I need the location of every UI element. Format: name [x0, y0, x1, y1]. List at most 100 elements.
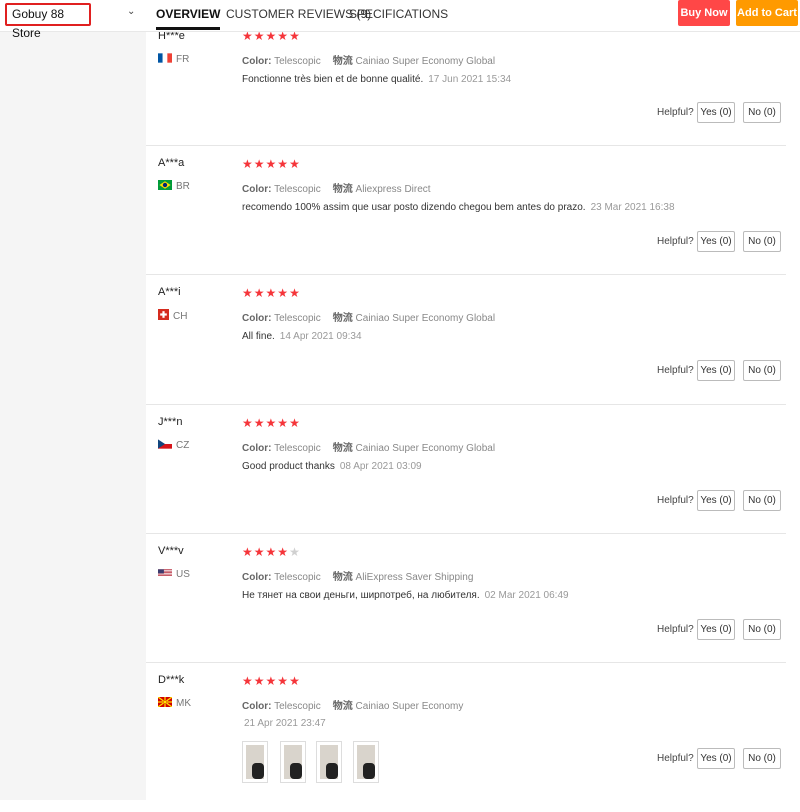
review-body: Good product thanks: [242, 461, 335, 472]
add-to-cart-button[interactable]: Add to Cart: [736, 0, 798, 26]
star-icon: ★: [277, 416, 290, 430]
review-date: 17 Jun 2021 15:34: [428, 74, 512, 85]
helpful-label: Helpful?: [657, 495, 694, 506]
brazil-flag-icon: [158, 180, 172, 190]
star-rating: ★★★★★: [242, 157, 301, 171]
star-icon: ★: [289, 286, 301, 300]
reviewer-name: D***k: [158, 674, 185, 686]
helpful-yes-button[interactable]: Yes (0): [697, 102, 735, 123]
star-icon: ★: [265, 674, 278, 688]
helpful-yes-button[interactable]: Yes (0): [697, 490, 735, 511]
review-photo-thumbnail[interactable]: [280, 741, 306, 783]
review-date: 23 Mar 2021 16:38: [590, 202, 675, 213]
review-photo-thumbnail[interactable]: [242, 741, 268, 783]
reviewer-name: V***v: [158, 545, 184, 557]
reviewer-country: US: [158, 568, 190, 580]
review-photo-thumbnail[interactable]: [353, 741, 379, 783]
review-item: A***a BR ★★★★★ Color: Telescopic 物流 Aliexpre…: [146, 145, 786, 275]
review-date: 08 Apr 2021 03:09: [339, 461, 422, 472]
star-icon: ★: [277, 674, 290, 688]
review-body: All fine.: [242, 331, 275, 342]
star-icon: ★: [289, 674, 301, 688]
reviewer-name: A***i: [158, 286, 181, 298]
reviewer-country: BR: [158, 180, 190, 192]
reviewer-country: MK: [158, 697, 191, 709]
helpful-no-button[interactable]: No (0): [743, 619, 781, 640]
review-date: 02 Mar 2021 06:49: [484, 590, 569, 601]
france-flag-icon: [158, 53, 172, 63]
color-value: Telescopic: [274, 56, 321, 67]
review-text: Не тянет на свои деньги, ширпотреб, на л…: [242, 590, 569, 601]
color-value: Telescopic: [274, 701, 321, 712]
review-text: recomendo 100% assim que usar posto dize…: [242, 202, 675, 213]
tab-overview-label: OVERVIEW: [156, 7, 221, 21]
left-sidebar: [0, 0, 146, 800]
top-nav-bar: Gobuy 88 Store ⌄ OVERVIEW CUSTOMER REVIE…: [0, 0, 800, 40]
star-icon: ★: [265, 157, 278, 171]
helpful-yes-button[interactable]: Yes (0): [697, 231, 735, 252]
review-item: D***k MK ★★★★★ Color: Telescopic 物流 Cainiao …: [146, 662, 786, 812]
chevron-down-icon[interactable]: ⌄: [127, 6, 135, 17]
star-icon: ★: [242, 286, 254, 300]
helpful-no-button[interactable]: No (0): [743, 102, 781, 123]
helpful-no-button[interactable]: No (0): [743, 360, 781, 381]
star-rating: ★★★★★: [242, 416, 301, 430]
review-body: Fonctionne très bien et de bonne qualité…: [242, 74, 424, 85]
star-icon: ★: [277, 157, 290, 171]
star-icon: ★: [277, 286, 290, 300]
buy-now-button[interactable]: Buy Now: [678, 0, 730, 26]
star-icon: ★: [253, 416, 266, 430]
country-code: MK: [176, 698, 191, 709]
star-icon: ★: [242, 157, 254, 171]
star-icon: ★: [277, 545, 290, 559]
star-icon: ★: [253, 545, 266, 559]
tab-specifications[interactable]: SPECIFICATIONS: [349, 0, 448, 30]
color-label: Color:: [242, 443, 272, 454]
helpful-no-button[interactable]: No (0): [743, 490, 781, 511]
review-photo-thumbnail[interactable]: [316, 741, 342, 783]
macedonia-flag-icon: [158, 697, 172, 707]
reviewer-name: A***a: [158, 157, 185, 169]
reviewer-country: FR: [158, 53, 189, 65]
review-meta: Color: Telescopic 物流 Cainiao Super Econom…: [242, 52, 495, 67]
country-code: CZ: [176, 440, 190, 451]
logistics-label: 物流: [332, 184, 353, 195]
helpful-yes-button[interactable]: Yes (0): [697, 748, 735, 769]
star-icon: ★: [242, 416, 254, 430]
logistics-label: 物流: [332, 313, 353, 324]
review-text: Fonctionne très bien et de bonne qualité…: [242, 74, 511, 85]
star-icon: ★: [289, 157, 301, 171]
country-code: FR: [176, 54, 190, 65]
review-meta: Color: Telescopic 物流 Cainiao Super Econom…: [242, 697, 463, 712]
helpful-label: Helpful?: [657, 236, 694, 247]
star-icon: ★: [265, 286, 278, 300]
star-rating: ★★★★★: [242, 674, 301, 688]
star-icon: ★: [253, 286, 266, 300]
star-icon: ★: [253, 674, 266, 688]
helpful-label: Helpful?: [657, 753, 694, 764]
star-icon: ★: [289, 545, 301, 559]
review-text: 21 Apr 2021 23:47: [244, 718, 326, 729]
color-label: Color:: [242, 313, 272, 324]
helpful-no-button[interactable]: No (0): [743, 231, 781, 252]
color-label: Color:: [242, 56, 272, 67]
helpful-label: Helpful?: [657, 624, 694, 635]
country-code: BR: [176, 181, 190, 192]
star-icon: ★: [253, 157, 266, 171]
star-icon: ★: [242, 545, 254, 559]
logistics-value: Cainiao Super Economy Global: [355, 313, 496, 324]
helpful-no-button[interactable]: No (0): [743, 748, 781, 769]
tab-overview[interactable]: OVERVIEW: [156, 0, 221, 30]
helpful-label: Helpful?: [657, 107, 694, 118]
helpful-yes-button[interactable]: Yes (0): [697, 360, 735, 381]
country-code: US: [176, 569, 190, 580]
review-item: V***v US ★★★★★ Color: Telescopic 物流 AliExpre…: [146, 533, 786, 663]
logistics-label: 物流: [332, 701, 353, 712]
helpful-yes-button[interactable]: Yes (0): [697, 619, 735, 640]
store-selector[interactable]: Gobuy 88 Store: [5, 3, 91, 40]
review-text: Good product thanks 08 Apr 2021 03:09: [242, 461, 422, 472]
color-label: Color:: [242, 572, 272, 583]
review-date: 14 Apr 2021 09:34: [279, 331, 362, 342]
review-body: Не тянет на свои деньги, ширпотреб, на л…: [242, 590, 480, 601]
star-icon: ★: [242, 674, 254, 688]
